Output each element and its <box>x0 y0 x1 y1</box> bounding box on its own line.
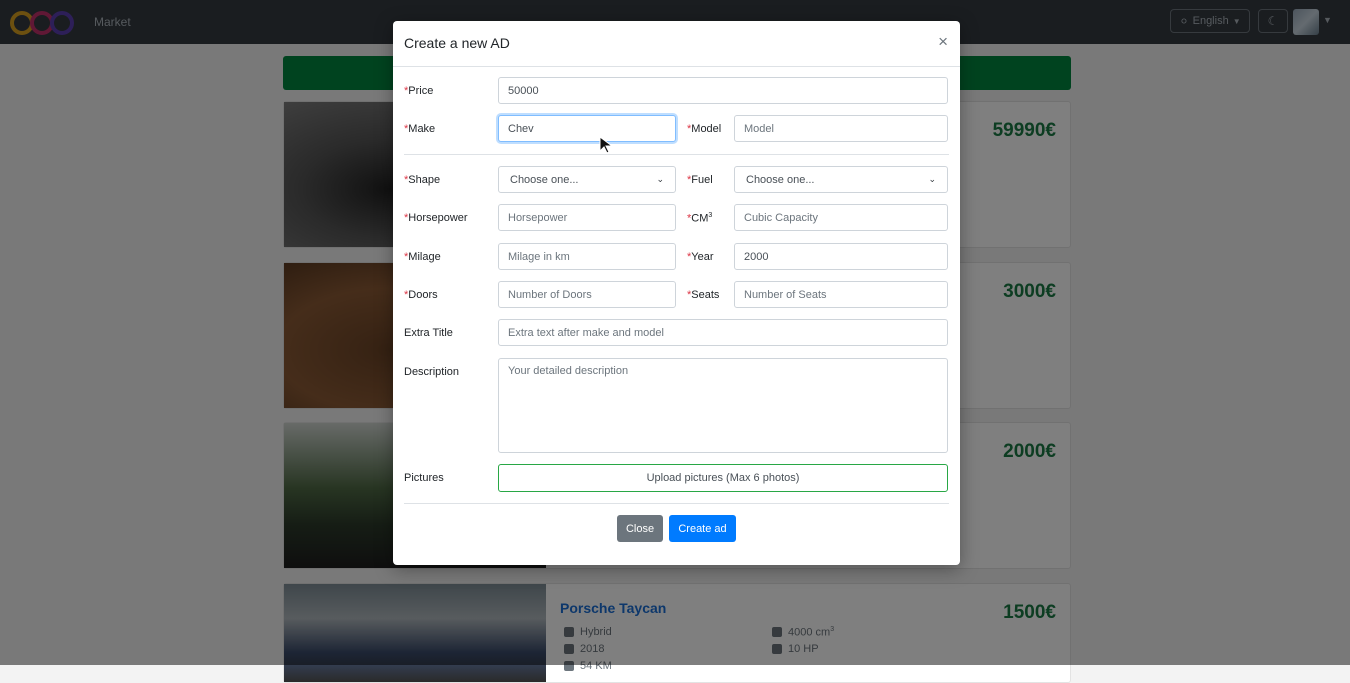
price-input[interactable] <box>498 77 948 104</box>
divider <box>404 503 949 504</box>
seats-input[interactable] <box>734 281 948 308</box>
fuel-select[interactable]: Choose one... ⌄ <box>734 166 948 193</box>
shape-label: *Shape <box>404 174 441 186</box>
chevron-down-icon: ⌄ <box>656 174 664 184</box>
doors-label: *Doors <box>404 289 438 301</box>
pictures-label: Pictures <box>404 472 444 484</box>
make-label: *Make <box>404 123 436 135</box>
milage-input[interactable] <box>498 243 676 270</box>
modal-header: Create a new AD × <box>393 21 960 67</box>
close-icon[interactable]: × <box>938 33 948 50</box>
extra-title-label: Extra Title <box>404 327 453 339</box>
description-textarea[interactable] <box>498 358 948 453</box>
mouse-cursor-icon <box>599 136 614 154</box>
horsepower-input[interactable] <box>498 204 676 231</box>
milage-label: *Milage <box>404 251 441 263</box>
close-button[interactable]: Close <box>617 515 663 542</box>
shape-select[interactable]: Choose one... ⌄ <box>498 166 676 193</box>
modal-title: Create a new AD <box>404 35 510 51</box>
upload-pictures-button[interactable]: Upload pictures (Max 6 photos) <box>498 464 948 492</box>
make-input[interactable] <box>498 115 676 142</box>
price-label: *Price <box>404 85 434 97</box>
model-input[interactable] <box>734 115 948 142</box>
chevron-down-icon: ⌄ <box>928 174 936 184</box>
cm-label: *CM3 <box>687 212 713 225</box>
create-ad-button[interactable]: Create ad <box>669 515 736 542</box>
horsepower-label: *Horsepower <box>404 212 468 224</box>
year-label: *Year <box>687 251 714 263</box>
divider <box>404 154 949 155</box>
model-label: *Model <box>687 123 722 135</box>
description-label: Description <box>404 366 460 378</box>
fuel-label: *Fuel <box>687 174 713 186</box>
year-input[interactable] <box>734 243 948 270</box>
extra-title-input[interactable] <box>498 319 948 346</box>
doors-input[interactable] <box>498 281 676 308</box>
seats-label: *Seats <box>687 289 720 301</box>
create-ad-modal: Create a new AD × *Price *Make *Model *S… <box>393 21 960 565</box>
cubic-capacity-input[interactable] <box>734 204 948 231</box>
